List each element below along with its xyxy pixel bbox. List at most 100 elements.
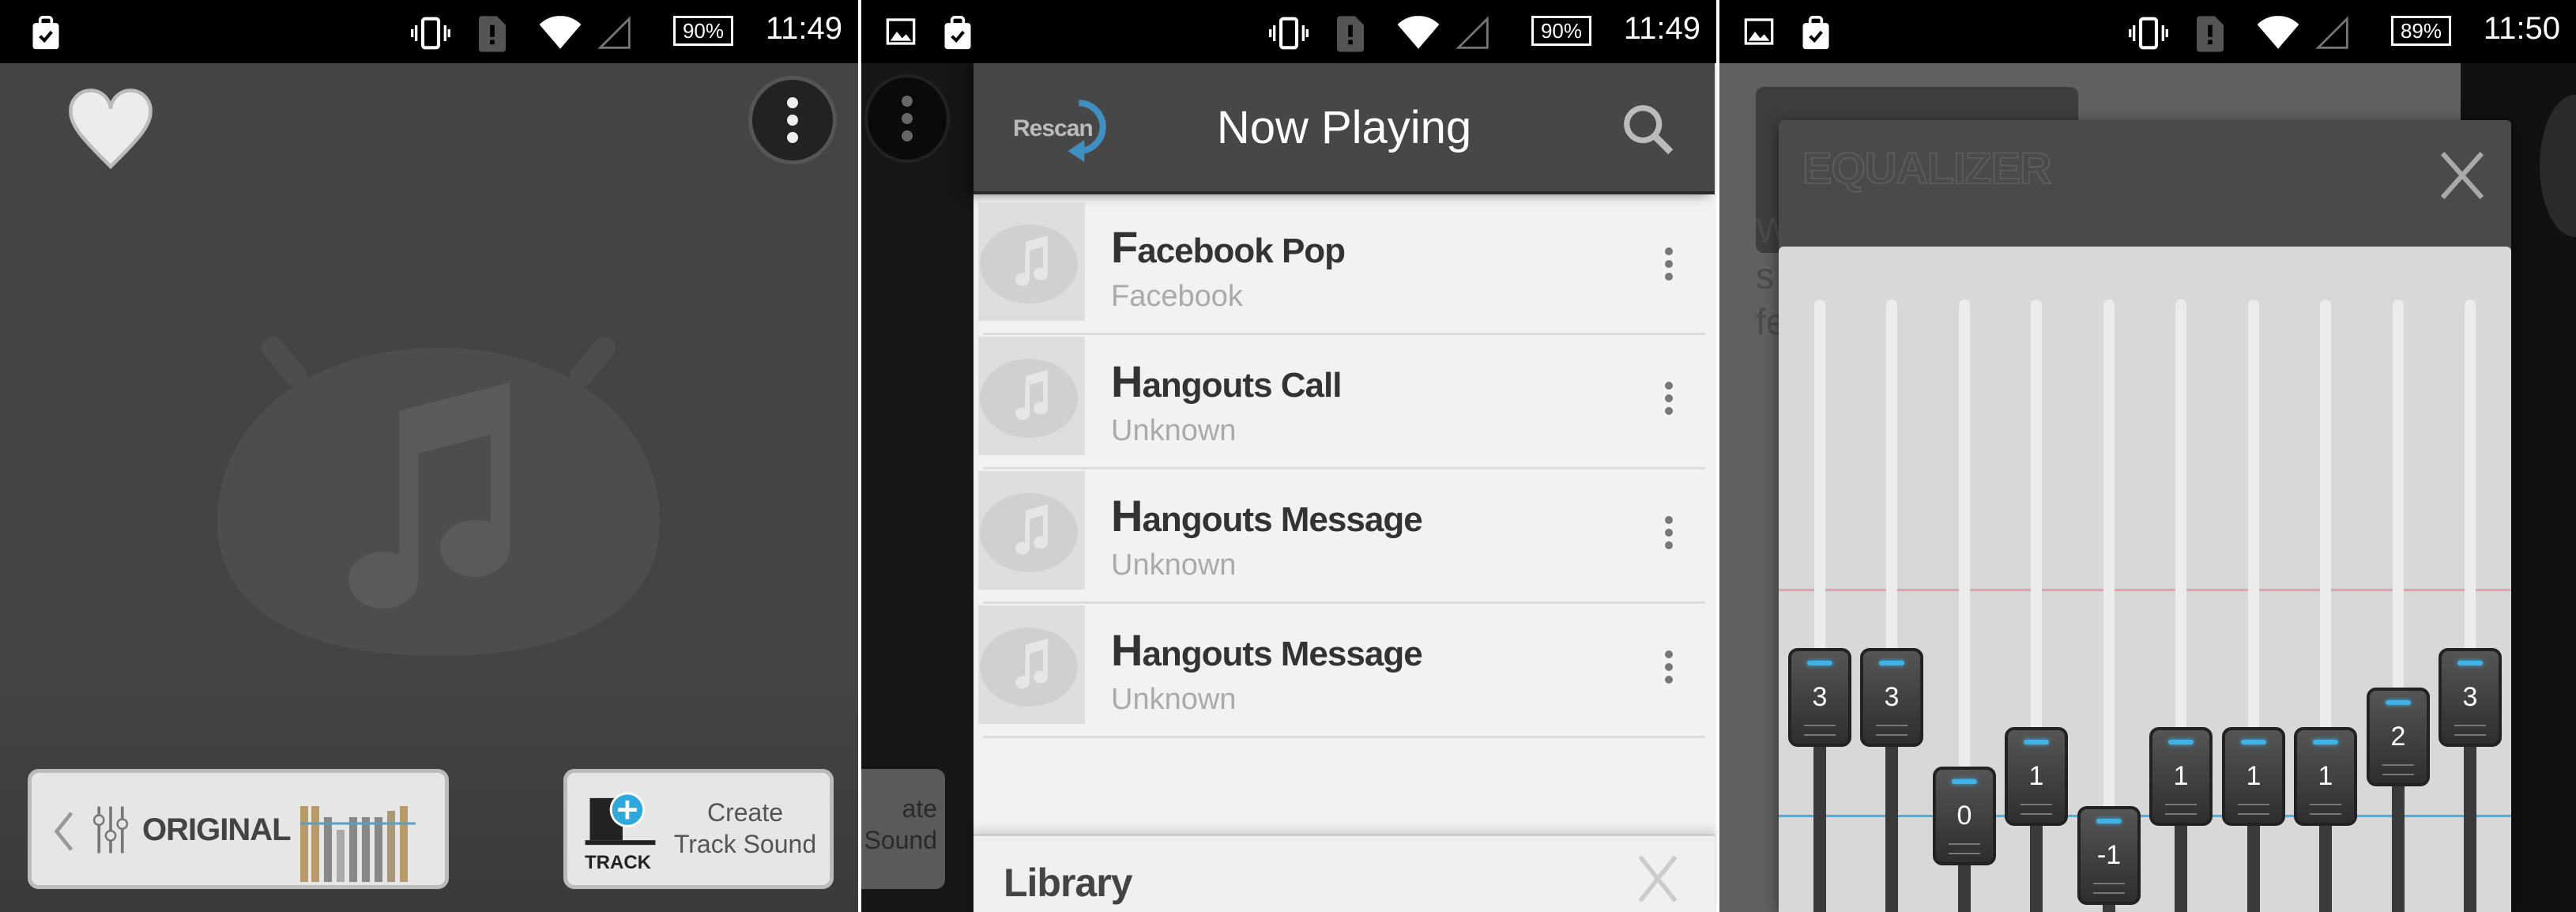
player-screen: 90% 11:49 ORIGINAL TRACK Create Track Sou… — [0, 0, 858, 912]
close-icon[interactable] — [1636, 855, 1680, 903]
now-playing-header: Rescan Now Playing — [974, 63, 1715, 194]
music-note-icon — [980, 224, 1078, 303]
eq-band-track[interactable] — [1959, 300, 1970, 816]
eq-band-knob[interactable]: 1 — [2005, 727, 2068, 826]
eq-preset-label: ORIGINAL — [142, 812, 292, 847]
battery-indicator: 90% — [673, 16, 733, 46]
background-player-strip: ate Sound — [861, 63, 974, 912]
create-label-line1: Create — [706, 798, 784, 827]
more-options-button[interactable] — [748, 76, 837, 164]
wifi-icon — [1397, 16, 1440, 49]
album-art-placeholder-icon — [217, 337, 660, 656]
eq-band-knob[interactable]: 3 — [2439, 648, 2502, 747]
vibrate-icon — [2129, 17, 2168, 50]
track-more-options-button[interactable] — [1653, 501, 1685, 564]
track-artist: Unknown — [1111, 548, 1237, 582]
eq-band-knob[interactable]: 2 — [2367, 688, 2430, 786]
clock: 11:49 — [765, 11, 842, 46]
status-bar: 90% 11:49 — [861, 0, 1716, 63]
ghost-line2: Sound — [864, 826, 937, 854]
track-more-options-button[interactable] — [1653, 232, 1685, 296]
chevron-left-icon — [54, 812, 73, 851]
eq-band-knob[interactable]: 3 — [1860, 648, 1923, 747]
music-note-icon — [980, 359, 1078, 438]
create-track-button-dimmed: ate Sound — [861, 769, 945, 889]
track-title: Hangouts Call — [1111, 356, 1342, 406]
eq-band-knob[interactable]: 1 — [2294, 727, 2357, 826]
more-options-button-dimmed — [864, 74, 950, 163]
eq-band-knob[interactable]: 0 — [1933, 767, 1996, 865]
track-row[interactable]: Hangouts Message Unknown — [974, 469, 1715, 604]
equalizer-bands-panel: 3 3 0 1 -1 1 1 1 2 3 — [1779, 247, 2511, 912]
music-note-icon — [980, 627, 1078, 707]
clipboard-check-icon — [944, 16, 971, 50]
eq-bars-icon — [300, 806, 416, 882]
vibrate-icon — [1269, 17, 1309, 50]
wifi-icon — [2257, 16, 2299, 49]
track-artist: Facebook — [1111, 280, 1243, 313]
create-track-sound-button[interactable]: TRACK Create Track Sound — [563, 769, 834, 889]
track-badge: TRACK — [585, 852, 651, 873]
sim-alert-icon — [2197, 16, 2224, 52]
sim-alert-icon — [1337, 16, 1364, 52]
music-note-icon — [980, 493, 1078, 572]
page-title: Now Playing — [1216, 102, 1472, 153]
eq-band-knob[interactable]: 1 — [2149, 727, 2213, 826]
eq-band-knob[interactable]: 1 — [2222, 727, 2285, 826]
eq-band-track[interactable] — [2393, 300, 2404, 737]
cell-signal-icon — [2315, 16, 2348, 49]
eq-band-track[interactable] — [2175, 300, 2186, 776]
eq-band-track[interactable] — [1886, 300, 1897, 697]
equalizer-sliders-icon — [92, 806, 129, 854]
wifi-icon — [539, 16, 582, 49]
cell-signal-icon — [1456, 16, 1489, 49]
track-add-icon — [585, 792, 656, 846]
track-row[interactable]: Hangouts Call Unknown — [974, 335, 1715, 469]
vibrate-icon — [411, 17, 450, 50]
battery-indicator: 89% — [2391, 16, 2451, 46]
track-row[interactable]: Hangouts Message Unknown — [974, 604, 1715, 738]
row-divider — [983, 736, 1705, 738]
create-track-label: Create Track Sound — [666, 797, 824, 860]
library-drawer-header[interactable]: Library — [974, 834, 1715, 912]
image-icon — [886, 18, 916, 45]
eq-band-track[interactable] — [2031, 300, 2042, 776]
image-icon — [1744, 18, 1774, 45]
album-art-thumbnail — [978, 202, 1085, 321]
equalizer-title: EQUALIZER — [1802, 142, 2053, 194]
eq-band-track[interactable] — [2465, 300, 2476, 697]
track-artist: Unknown — [1111, 414, 1237, 447]
clipboard-check-icon — [32, 16, 59, 50]
clock: 11:49 — [1623, 11, 1700, 46]
track-row[interactable]: Facebook Pop Facebook — [974, 201, 1715, 335]
sim-alert-icon — [479, 16, 506, 52]
eq-band-track[interactable] — [2320, 300, 2331, 776]
album-art-thumbnail — [978, 337, 1085, 455]
eq-band-track[interactable] — [1814, 300, 1825, 697]
eq-band-track[interactable] — [2103, 300, 2115, 855]
battery-indicator: 90% — [1531, 16, 1591, 46]
library-title: Library — [1004, 861, 1133, 905]
track-more-options-button[interactable] — [1653, 635, 1685, 699]
eq-preset-button[interactable]: ORIGINAL — [28, 769, 449, 889]
close-icon[interactable] — [2438, 150, 2487, 201]
equalizer-dialog: EQUALIZER 3 3 0 1 -1 1 1 1 2 3 — [1779, 120, 2511, 912]
eq-band-track[interactable] — [2248, 300, 2259, 776]
favorite-heart-icon[interactable] — [66, 87, 155, 174]
create-label-line2: Track Sound — [673, 830, 817, 858]
track-more-options-button[interactable] — [1653, 367, 1685, 430]
dimmed-button — [2540, 95, 2576, 237]
status-bar: 89% 11:50 — [1719, 0, 2576, 63]
track-title: Hangouts Message — [1111, 491, 1423, 541]
clock: 11:50 — [2483, 11, 2560, 46]
track-artist: Unknown — [1111, 683, 1237, 716]
search-icon[interactable] — [1620, 101, 1675, 156]
cell-signal-icon — [597, 16, 631, 49]
track-title: Facebook Pop — [1111, 222, 1346, 272]
eq-band-knob[interactable]: -1 — [2077, 806, 2141, 905]
track-title: Hangouts Message — [1111, 625, 1423, 675]
album-art-thumbnail — [978, 605, 1085, 724]
ghost-line1: ate — [902, 794, 937, 823]
eq-band-knob[interactable]: 3 — [1788, 648, 1851, 747]
clipboard-check-icon — [1802, 16, 1829, 50]
